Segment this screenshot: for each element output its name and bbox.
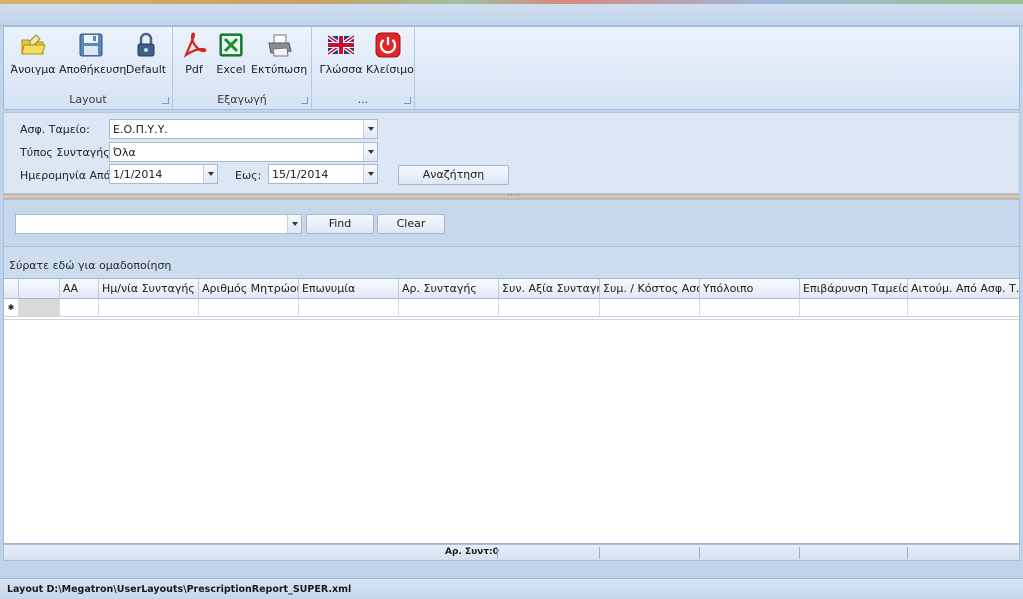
- ribbon-group-label-layout: Layout: [69, 93, 107, 106]
- date-from-value: 1/1/2014: [113, 168, 163, 181]
- close-button[interactable]: Κλείσιμο: [366, 31, 414, 83]
- prescription-grid: ΑΑ Ημ/νία Συνταγής Αριθμός Μητρώου Επωνυ…: [3, 278, 1020, 544]
- uk-flag-icon: [327, 34, 355, 56]
- chevron-down-icon[interactable]: [363, 120, 377, 138]
- chevron-down-icon[interactable]: [363, 143, 377, 161]
- grid-cell[interactable]: [399, 299, 499, 317]
- grid-divider: [4, 319, 1019, 320]
- title-bar: [0, 4, 1023, 26]
- column-header[interactable]: Υπόλοιπο: [700, 279, 800, 299]
- group-indent-header: [19, 279, 60, 299]
- dialog-launcher-icon[interactable]: [301, 97, 308, 104]
- date-to-picker[interactable]: 15/1/2014: [268, 164, 378, 184]
- grid-cell[interactable]: [299, 299, 399, 317]
- new-item-row[interactable]: ✱: [4, 299, 1019, 317]
- open-folder-icon: [21, 34, 46, 55]
- date-to-label: Εως:: [235, 169, 262, 182]
- save-disk-icon: [79, 33, 103, 57]
- ribbon-group-misc: Γλώσσα Κλείσιμο ...: [312, 27, 415, 109]
- column-header[interactable]: ΑΑ: [60, 279, 99, 299]
- clear-button[interactable]: Clear: [377, 214, 445, 234]
- column-header[interactable]: Αιτούμ. Από Ασφ. Τ...: [908, 279, 1019, 299]
- column-header[interactable]: Αριθμός Μητρώου: [199, 279, 299, 299]
- excel-button-label: Excel: [216, 63, 246, 76]
- ribbon-group-export: Pdf Excel Εκτύπωση Εξαγωγή: [173, 27, 312, 109]
- prescription-type-label: Τύπος Συνταγής:: [20, 146, 114, 159]
- fund-label: Ασφ. Ταμείο:: [20, 123, 90, 136]
- filter-panel: Ασφ. Ταμείο: Ε.Ο.Π.Υ.Υ. Τύπος Συνταγής: …: [3, 112, 1020, 194]
- ribbon: Άνοιγμα Αποθήκευση Default Layout Pdf Ex…: [3, 26, 1020, 110]
- prescription-type-value: Όλα: [113, 146, 136, 159]
- bottom-spacer: [3, 561, 1020, 578]
- footer-divider: [497, 547, 498, 559]
- grid-cell[interactable]: [800, 299, 908, 317]
- save-button-label: Αποθήκευση: [59, 63, 127, 76]
- chevron-down-icon[interactable]: [287, 215, 301, 233]
- footer-divider: [699, 547, 700, 559]
- find-button[interactable]: Find: [306, 214, 374, 234]
- date-from-label: Ημερομηνία Από:: [20, 169, 115, 182]
- printer-icon: [268, 34, 292, 57]
- pdf-button-label: Pdf: [185, 63, 203, 76]
- grid-cell[interactable]: [700, 299, 800, 317]
- prescription-type-combo[interactable]: Όλα: [109, 142, 378, 162]
- date-from-picker[interactable]: 1/1/2014: [109, 164, 218, 184]
- footer-divider: [907, 547, 908, 559]
- status-bar: Layout D:\Megatron\UserLayouts\Prescript…: [0, 578, 1023, 599]
- search-button[interactable]: Αναζήτηση: [398, 165, 509, 185]
- grid-header: ΑΑ Ημ/νία Συνταγής Αριθμός Μητρώου Επωνυ…: [4, 279, 1019, 299]
- print-button[interactable]: Εκτύπωση: [251, 31, 307, 83]
- grid-cell[interactable]: [600, 299, 700, 317]
- chevron-down-icon[interactable]: [363, 165, 377, 183]
- close-button-label: Κλείσιμο: [366, 63, 414, 76]
- date-to-value: 15/1/2014: [272, 168, 329, 181]
- row-indicator-header: [4, 279, 19, 299]
- dialog-launcher-icon[interactable]: [404, 97, 411, 104]
- pdf-icon: [183, 32, 207, 58]
- language-button-label: Γλώσσα: [319, 63, 363, 76]
- prescription-count: Αρ. Συντ:0: [445, 547, 499, 557]
- group-indent-cell: [19, 299, 60, 317]
- excel-button[interactable]: Excel: [214, 31, 248, 83]
- lock-icon: [137, 32, 155, 57]
- dialog-launcher-icon[interactable]: [162, 97, 169, 104]
- default-button[interactable]: Default: [125, 31, 167, 83]
- grid-cell[interactable]: [499, 299, 600, 317]
- group-by-panel[interactable]: Σύρατε εδώ για ομαδοποίηση: [3, 247, 1020, 278]
- grid-footer: Αρ. Συντ:0: [3, 544, 1020, 561]
- ribbon-group-label-misc: ...: [357, 93, 369, 106]
- grid-cell[interactable]: [199, 299, 299, 317]
- footer-divider: [799, 547, 800, 559]
- find-input[interactable]: [15, 214, 302, 234]
- grid-cell[interactable]: [908, 299, 1019, 317]
- save-button[interactable]: Αποθήκευση: [59, 31, 127, 83]
- open-button[interactable]: Άνοιγμα: [8, 31, 58, 83]
- column-header[interactable]: Επωνυμία: [299, 279, 399, 299]
- layout-path-text: Layout D:\Megatron\UserLayouts\Prescript…: [7, 584, 352, 595]
- excel-icon: [219, 33, 243, 57]
- footer-divider: [599, 547, 600, 559]
- ribbon-group-label-export: Εξαγωγή: [217, 93, 267, 106]
- column-header[interactable]: Αρ. Συνταγής: [399, 279, 499, 299]
- fund-combo[interactable]: Ε.Ο.Π.Υ.Υ.: [109, 119, 378, 139]
- column-header[interactable]: Ημ/νία Συνταγής: [99, 279, 199, 299]
- grid-cell[interactable]: [99, 299, 199, 317]
- group-by-hint: Σύρατε εδώ για ομαδοποίηση: [9, 259, 172, 272]
- fund-value: Ε.Ο.Π.Υ.Υ.: [113, 123, 168, 136]
- column-header[interactable]: Επιβάρυνση Ταμείου: [800, 279, 908, 299]
- open-button-label: Άνοιγμα: [10, 63, 56, 76]
- pdf-button[interactable]: Pdf: [179, 31, 209, 83]
- column-header[interactable]: Συν. Αξία Συνταγής: [499, 279, 600, 299]
- find-panel: Find Clear: [3, 199, 1020, 247]
- power-icon: [375, 32, 401, 58]
- default-button-label: Default: [125, 63, 167, 76]
- new-row-indicator-icon: ✱: [4, 299, 19, 317]
- ribbon-group-layout: Άνοιγμα Αποθήκευση Default Layout: [4, 27, 173, 109]
- grid-cell[interactable]: [60, 299, 99, 317]
- language-button[interactable]: Γλώσσα: [318, 31, 364, 83]
- column-header[interactable]: Συμ. / Κόστος Ασφ.: [600, 279, 700, 299]
- chevron-down-icon[interactable]: [203, 165, 217, 183]
- print-button-label: Εκτύπωση: [251, 63, 308, 76]
